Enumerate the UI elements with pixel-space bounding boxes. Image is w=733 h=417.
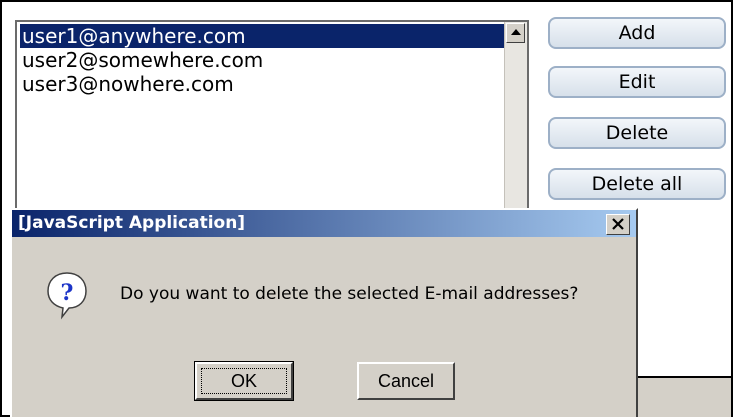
email-list: user1@anywhere.com user2@somewhere.com u… — [20, 24, 507, 96]
delete-button[interactable]: Delete — [548, 117, 726, 149]
cancel-button[interactable]: Cancel — [357, 362, 455, 400]
dialog-title: [JavaScript Application] — [18, 213, 246, 233]
window-background — [630, 376, 731, 417]
close-button[interactable] — [606, 214, 630, 235]
delete-all-button[interactable]: Delete all — [548, 168, 726, 200]
list-item[interactable]: user1@anywhere.com — [20, 24, 507, 48]
ok-label: OK — [230, 371, 257, 391]
edit-button[interactable]: Edit — [548, 66, 726, 98]
confirm-dialog: [JavaScript Application] ? Do you want t… — [10, 208, 638, 417]
list-item[interactable]: user3@nowhere.com — [20, 72, 507, 96]
svg-text:?: ? — [61, 280, 74, 306]
dialog-message: Do you want to delete the selected E-mai… — [120, 284, 579, 304]
close-icon — [612, 218, 624, 230]
scroll-up-button[interactable] — [506, 23, 525, 43]
arrow-up-icon — [511, 29, 521, 35]
question-icon: ? — [47, 272, 87, 320]
ok-button[interactable]: OK — [194, 361, 294, 401]
add-button[interactable]: Add — [548, 17, 726, 49]
vertical-scrollbar[interactable] — [504, 22, 527, 222]
list-item[interactable]: user2@somewhere.com — [20, 48, 507, 72]
email-listbox[interactable]: user1@anywhere.com user2@somewhere.com u… — [15, 20, 529, 224]
dialog-titlebar[interactable]: [JavaScript Application] — [12, 210, 636, 237]
